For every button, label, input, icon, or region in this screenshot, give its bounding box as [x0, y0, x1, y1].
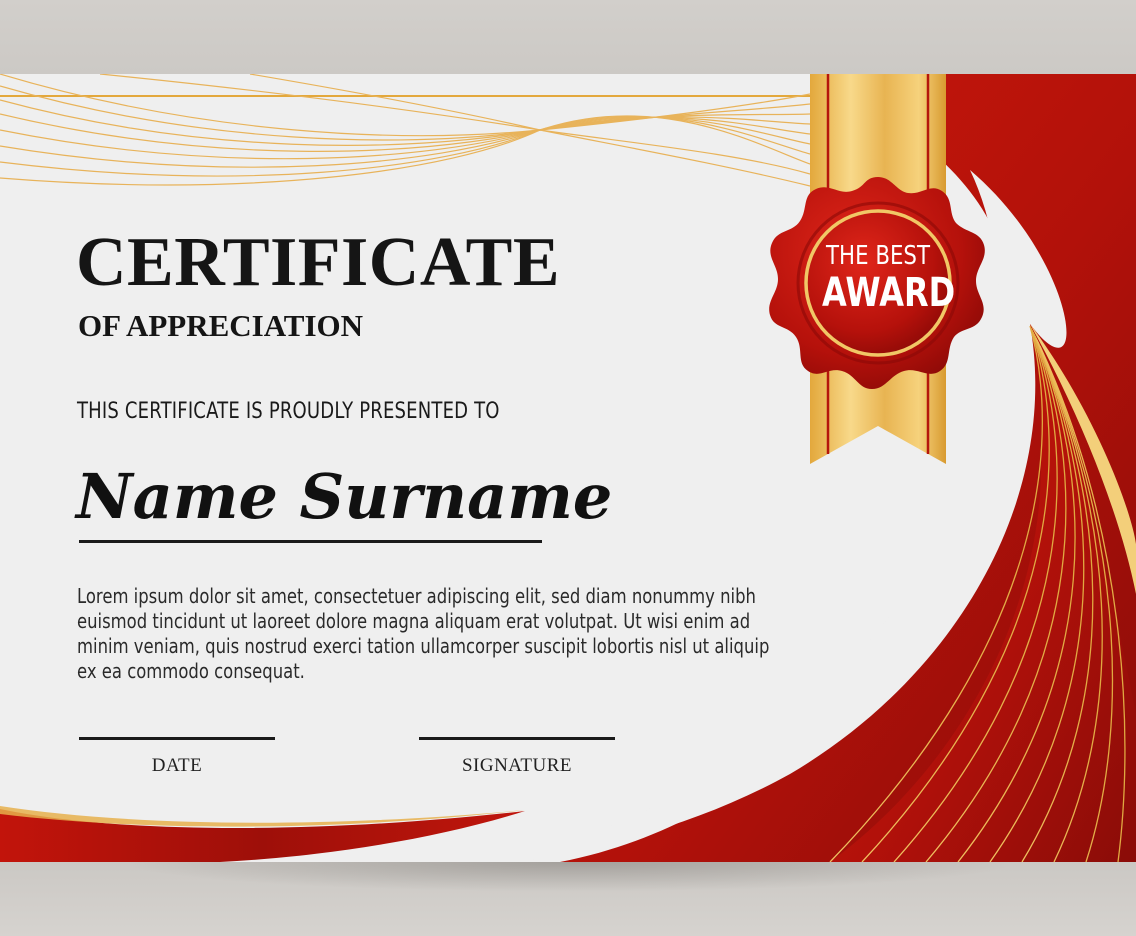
date-line: [79, 737, 275, 740]
seal-line-1: THE BEST: [826, 241, 930, 271]
certificate-shadow: [120, 862, 1020, 892]
certificate: CERTIFICATE OF APPRECIATION THIS CERTIFI…: [0, 74, 1136, 862]
name-underline: [79, 540, 542, 543]
body-text: Lorem ipsum dolor sit amet, consectetuer…: [77, 584, 770, 683]
presented-to-text: THIS CERTIFICATE IS PROUDLY PRESENTED TO: [77, 399, 500, 424]
certificate-subtitle: OF APPRECIATION: [78, 308, 364, 343]
certificate-title: CERTIFICATE: [76, 224, 561, 301]
signature-label: SIGNATURE: [461, 755, 573, 776]
seal-line-2: AWARD: [822, 270, 956, 316]
date-label: DATE: [151, 755, 203, 776]
gold-lines-top: [0, 74, 811, 187]
signature-line: [419, 737, 615, 740]
backdrop-top: [0, 0, 1136, 74]
recipient-name: Name Surname: [76, 460, 613, 533]
